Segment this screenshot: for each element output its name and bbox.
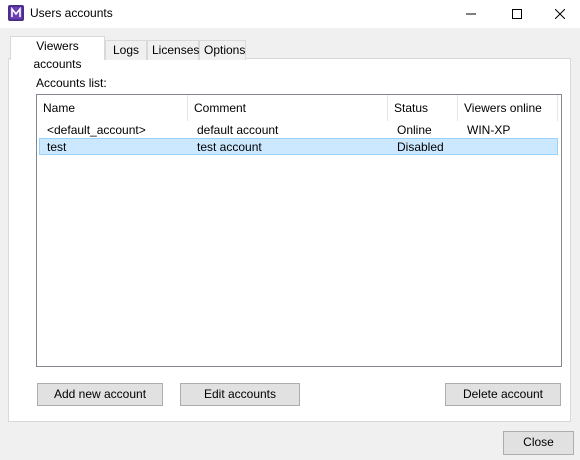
tab-options[interactable]: Options — [199, 40, 246, 60]
maximize-button[interactable] — [494, 0, 540, 28]
minimize-icon — [466, 13, 476, 15]
cell-name: <default_account> — [47, 123, 146, 137]
edit-accounts-button[interactable]: Edit accounts — [180, 383, 300, 406]
cell-name: test — [47, 140, 67, 154]
accounts-list-label: Accounts list: — [36, 76, 107, 90]
close-button[interactable]: Close — [503, 431, 574, 455]
cell-viewers-online: WIN-XP — [467, 123, 511, 137]
column-header-name[interactable]: Name — [37, 95, 188, 121]
listview-header: Name Comment Status Viewers online — [37, 95, 561, 121]
table-row-selected[interactable]: test test account Disabled — [39, 138, 558, 155]
minimize-button[interactable] — [448, 0, 494, 28]
close-icon — [555, 9, 565, 19]
add-new-account-button[interactable]: Add new account — [37, 383, 163, 406]
tab-viewers-accounts[interactable]: Viewers accounts — [10, 36, 105, 71]
column-header-viewers-online[interactable]: Viewers online — [458, 95, 558, 121]
column-header-comment[interactable]: Comment — [188, 95, 388, 121]
delete-account-button[interactable]: Delete account — [445, 383, 561, 406]
maximize-icon — [512, 9, 522, 19]
title-bar: Users accounts — [0, 0, 580, 28]
window-title: Users accounts — [30, 6, 113, 20]
cell-viewers-online — [463, 139, 467, 156]
cell-status: Online — [397, 123, 432, 137]
column-header-status[interactable]: Status — [388, 95, 458, 121]
tab-licenses[interactable]: Licenses — [147, 40, 199, 60]
cell-status: Disabled — [397, 140, 444, 154]
cell-comment: test account — [197, 140, 262, 154]
accounts-listview[interactable]: Name Comment Status Viewers online <defa… — [36, 94, 562, 367]
close-window-button[interactable] — [540, 0, 580, 28]
cell-comment: default account — [197, 123, 279, 137]
app-logo-icon — [8, 5, 24, 21]
table-row[interactable]: <default_account> default account Online… — [39, 122, 558, 139]
tab-logs[interactable]: Logs — [105, 40, 147, 60]
